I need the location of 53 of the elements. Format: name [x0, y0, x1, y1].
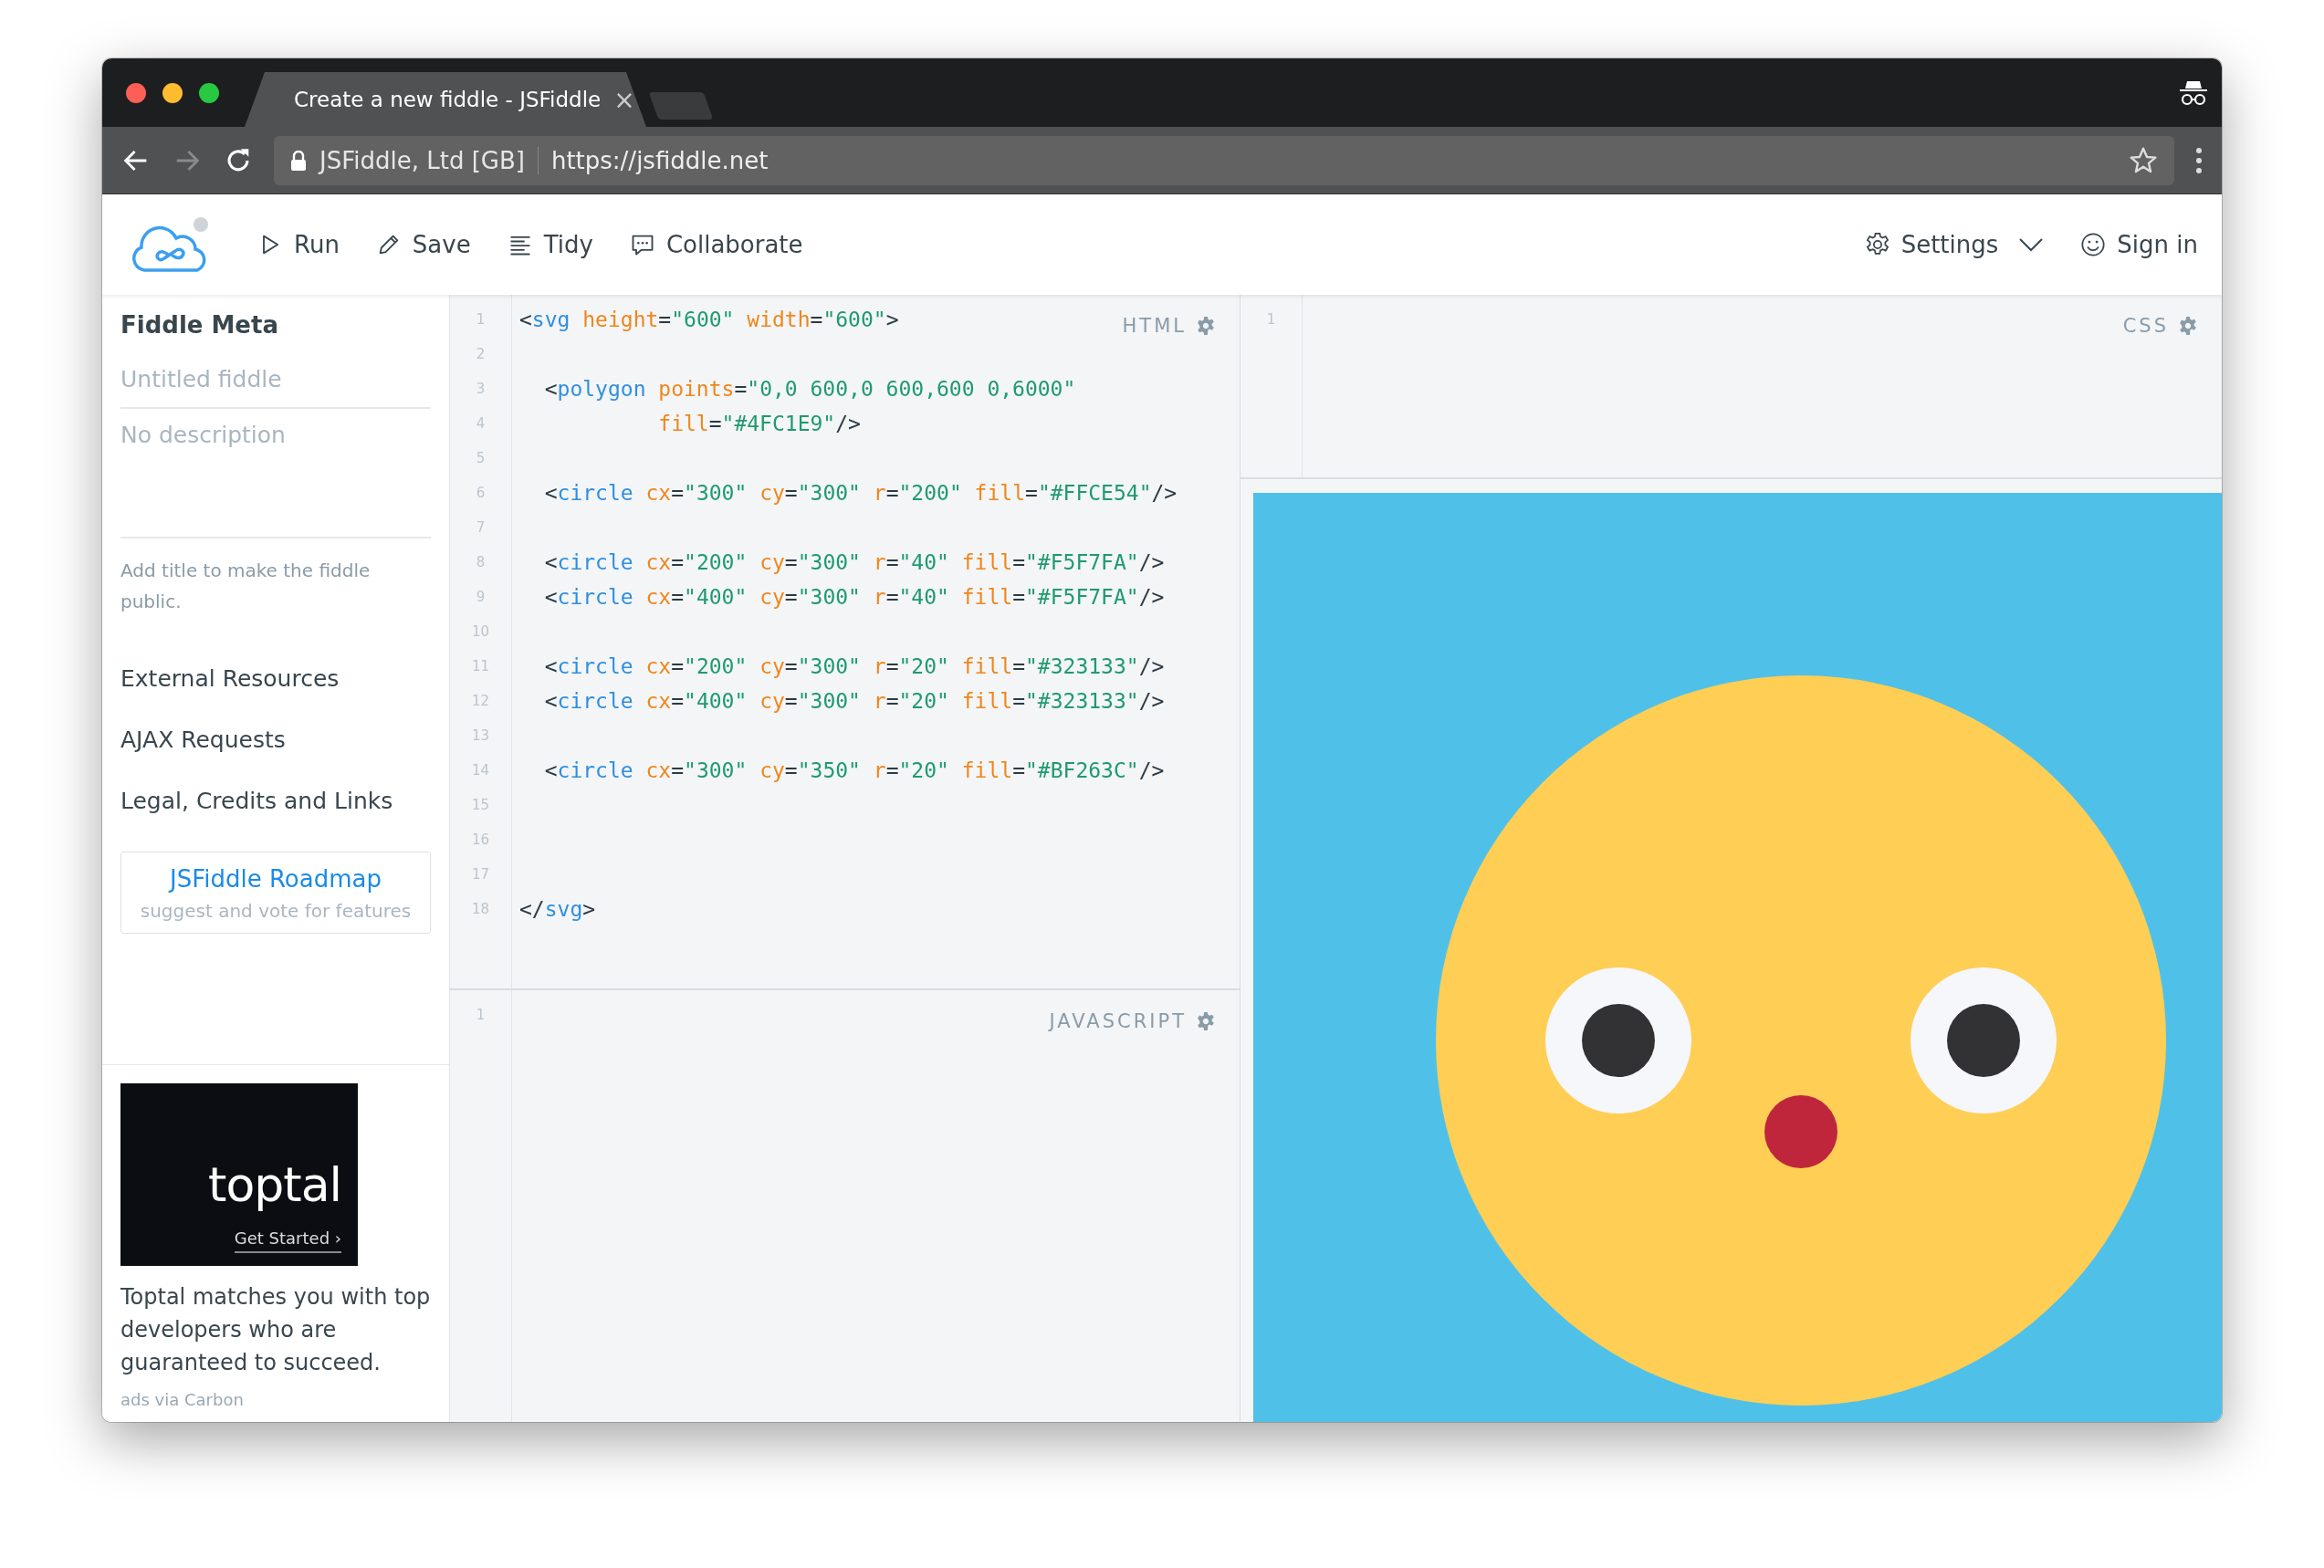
run-button[interactable]: Run: [257, 225, 340, 264]
sidebar-heading: Fiddle Meta: [120, 311, 279, 339]
menu-icon[interactable]: [2194, 145, 2204, 175]
settings-icon[interactable]: [1196, 316, 1216, 336]
ad-cta-text: Get Started ›: [234, 1228, 341, 1253]
code-line: <circle cx="300" cy="350" r="20" fill="#BF263C"/>: [543, 758, 1165, 784]
code-line: <circle cx="300" cy="300" r="200" fill="#FFCE54"/>: [543, 480, 1178, 507]
settings-button[interactable]: Settings: [1864, 225, 2045, 264]
settings-icon[interactable]: [2178, 316, 2198, 336]
code-line: <circle cx="400" cy="300" r="20" fill="#323133"/>: [543, 688, 1165, 715]
roadmap-card[interactable]: JSFiddle Roadmap suggest and vote for features: [120, 852, 431, 934]
roadmap-title: JSFiddle Roadmap: [170, 865, 382, 893]
panel-label: JAVASCRIPT: [1049, 1010, 1187, 1032]
ad-logo-text: toptal: [208, 1157, 341, 1212]
site-identity: JSFiddle, Ltd [GB]: [319, 146, 539, 174]
panel-label: HTML: [1122, 315, 1187, 337]
browser-tab[interactable]: Create a new fiddle - JSFiddle ×: [245, 72, 646, 127]
panel-label: CSS: [2122, 315, 2169, 337]
address-bar[interactable]: JSFiddle, Ltd [GB] https://jsfiddle.net: [274, 135, 2174, 185]
description-field[interactable]: No description: [120, 409, 431, 538]
code-line: <polygon points="0,0 600,0 600,600 0,6000": [543, 376, 1076, 402]
code-line: <circle cx="400" cy="300" r="40" fill="#F5F7FA"/>: [543, 584, 1165, 611]
html-editor[interactable]: [450, 295, 1240, 990]
settings-icon: [1864, 232, 1890, 257]
code-line: <svg height="600" width="600">: [519, 307, 899, 333]
close-window-icon[interactable]: [126, 82, 146, 103]
hint-text: Add title to make the fiddle public.: [120, 559, 372, 614]
code-line: </svg>: [519, 896, 596, 923]
smiley-icon: [2080, 232, 2107, 257]
roadmap-subtitle: suggest and vote for features: [140, 900, 412, 922]
sidebar-link[interactable]: AJAX Requests: [120, 709, 431, 770]
incognito-icon: [2178, 78, 2209, 107]
title-field[interactable]: Untitled fiddle: [120, 351, 431, 409]
code-line: <circle cx="200" cy="300" r="40" fill="#F5F7FA"/>: [543, 549, 1165, 576]
code-line: fill="#4FC1E9"/>: [657, 411, 861, 437]
sign-in-button[interactable]: Sign in: [2080, 225, 2198, 264]
tidy-button[interactable]: Tidy: [507, 225, 593, 264]
save-button[interactable]: Save: [375, 225, 471, 264]
chevron-down-icon: [2018, 235, 2045, 254]
ad-text: Toptal matches you with top developers who are guaranteed to succeed.: [120, 1283, 431, 1377]
settings-icon[interactable]: [1196, 1011, 1216, 1031]
sidebar-link[interactable]: Legal, Credits and Links: [120, 770, 431, 831]
collaborate-button[interactable]: Collaborate: [629, 225, 803, 264]
ad-credit: ads via Carbon: [120, 1390, 245, 1409]
lock-icon: [290, 150, 307, 171]
ad-banner[interactable]: toptal Get Started ›: [120, 1083, 358, 1266]
url-text: https://jsfiddle.net: [550, 146, 769, 174]
minimize-window-icon[interactable]: [162, 82, 183, 103]
maximize-window-icon[interactable]: [199, 82, 219, 103]
code-line: <circle cx="200" cy="300" r="20" fill="#323133"/>: [543, 653, 1165, 680]
sidebar-link[interactable]: External Resources: [120, 648, 431, 709]
tab-close-button[interactable]: ×: [613, 84, 635, 115]
star-icon[interactable]: [2129, 145, 2158, 175]
